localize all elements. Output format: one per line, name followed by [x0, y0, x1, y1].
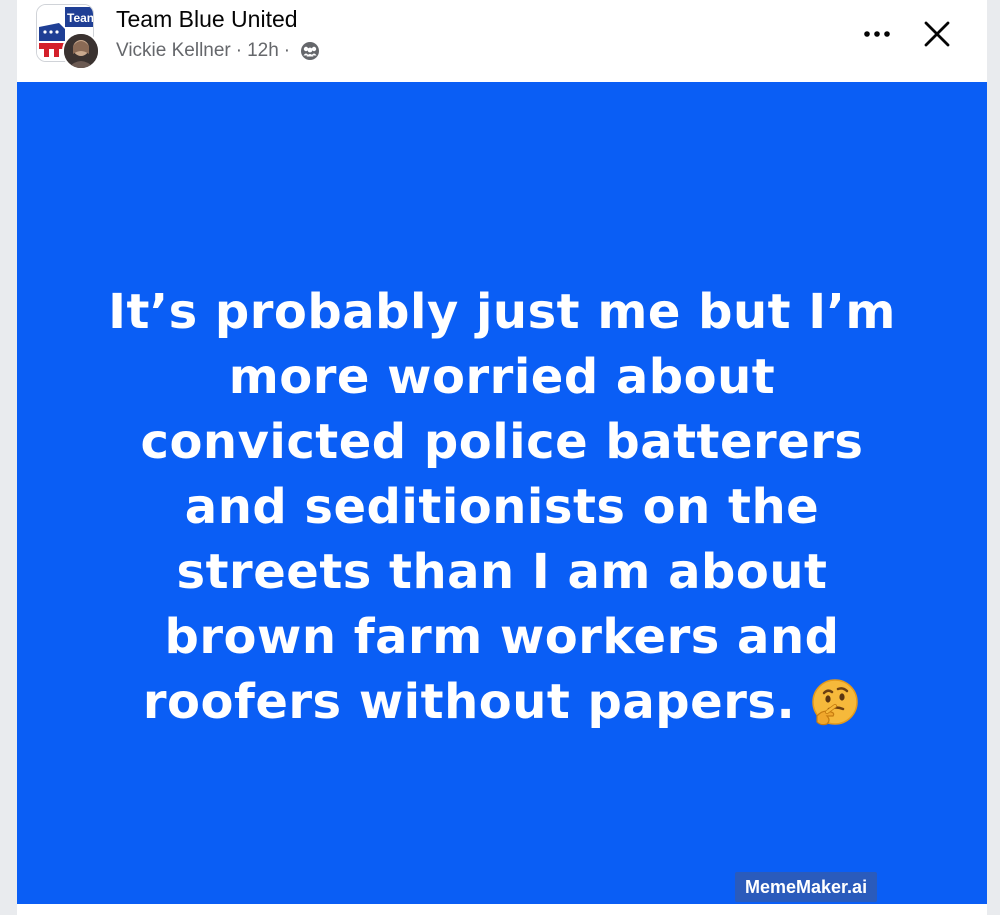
close-button[interactable] — [915, 12, 959, 56]
post-header: Tean Team Blue United Vickie Kellner · 1… — [17, 0, 987, 82]
post-time-link[interactable]: 12h — [247, 40, 279, 62]
more-options-icon — [864, 31, 890, 37]
author-name-link[interactable]: Vickie Kellner — [116, 40, 231, 62]
avatar-group: Tean — [36, 4, 100, 70]
post-card: Tean Team Blue United Vickie Kellner · 1… — [17, 0, 987, 915]
post-footer-edge — [17, 904, 987, 915]
meme-text: It’s probably just me but I’m more worri… — [77, 280, 927, 735]
group-name-link[interactable]: Team Blue United — [116, 6, 298, 33]
meme-caption: It’s probably just me but I’m more worri… — [108, 284, 896, 730]
meta-separator: · — [235, 40, 243, 61]
group-logo-text: Tean — [67, 11, 94, 25]
meta-separator: · — [283, 40, 291, 61]
more-options-button[interactable] — [857, 14, 897, 54]
close-icon — [924, 21, 950, 47]
post-meta: Vickie Kellner · 12h · — [116, 40, 320, 62]
thinking-face-icon — [809, 676, 861, 728]
meme-image[interactable]: It’s probably just me but I’m more worri… — [17, 82, 987, 904]
group-members-icon[interactable] — [300, 41, 320, 61]
watermark: MemeMaker.ai — [735, 872, 878, 902]
author-avatar[interactable] — [62, 32, 100, 70]
